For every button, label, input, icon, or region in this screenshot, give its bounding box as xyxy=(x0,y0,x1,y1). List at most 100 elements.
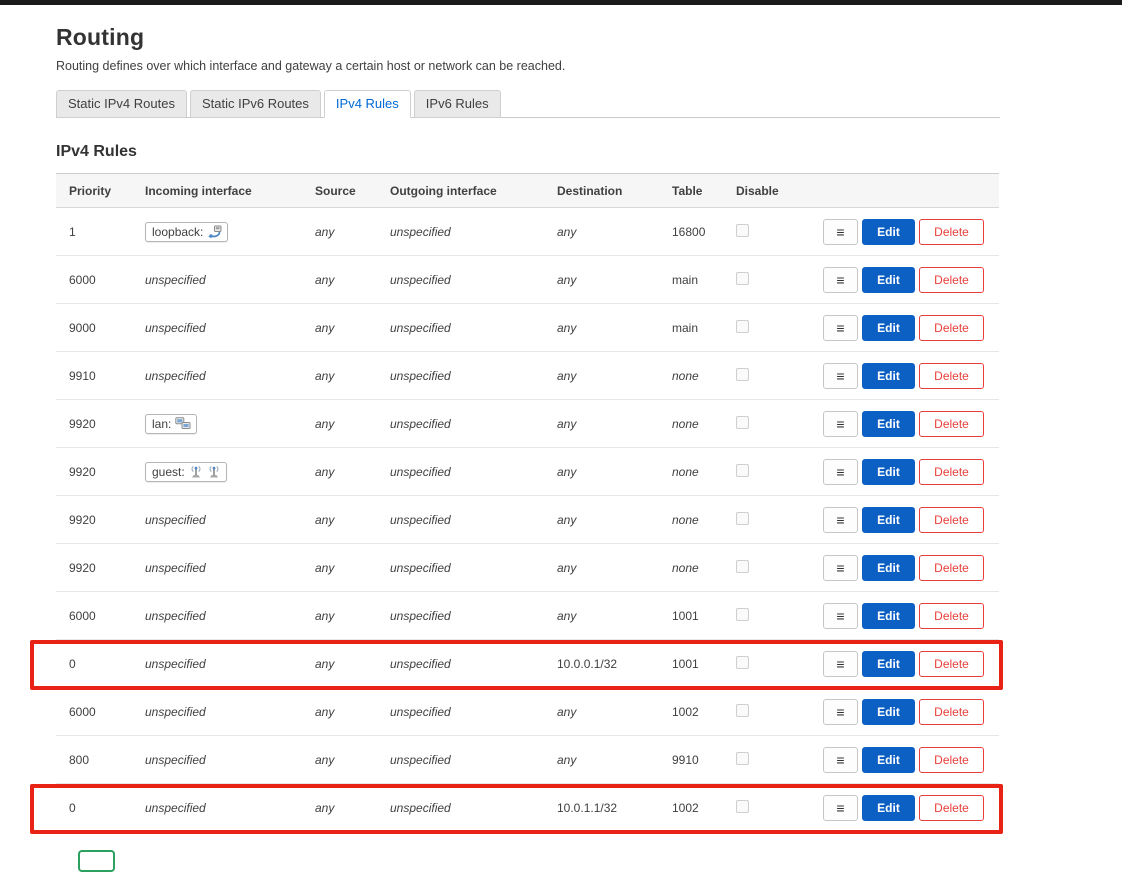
table-cell: 1002 xyxy=(672,704,699,719)
source-cell: any xyxy=(315,368,335,383)
delete-button[interactable]: Delete xyxy=(919,266,984,293)
disable-checkbox[interactable] xyxy=(736,511,749,525)
edit-button[interactable]: Edit xyxy=(862,314,915,341)
delete-button[interactable]: Delete xyxy=(919,746,984,773)
source-cell: any xyxy=(315,704,335,719)
disable-cell xyxy=(723,271,800,288)
delete-button[interactable]: Delete xyxy=(919,554,984,581)
edit-button[interactable]: Edit xyxy=(862,506,915,533)
interface-badge-label: lan: xyxy=(152,416,172,431)
edit-button[interactable]: Edit xyxy=(862,602,915,629)
menu-button[interactable]: ≡ xyxy=(823,602,858,629)
disable-checkbox[interactable] xyxy=(736,703,749,717)
delete-button[interactable]: Delete xyxy=(919,794,984,821)
disable-checkbox[interactable] xyxy=(736,367,749,381)
delete-button[interactable]: Delete xyxy=(919,362,984,389)
disable-cell xyxy=(723,703,800,720)
disable-checkbox[interactable] xyxy=(736,319,749,333)
priority-cell: 800 xyxy=(69,752,90,767)
disable-checkbox[interactable] xyxy=(736,607,749,621)
disable-checkbox[interactable] xyxy=(736,463,749,477)
hamburger-menu-icon: ≡ xyxy=(836,511,845,528)
edit-button[interactable]: Edit xyxy=(862,410,915,437)
menu-button[interactable]: ≡ xyxy=(823,746,858,773)
menu-button[interactable]: ≡ xyxy=(823,554,858,581)
source-cell: any xyxy=(315,752,335,767)
table-cell: none xyxy=(672,368,699,383)
edit-button[interactable]: Edit xyxy=(862,362,915,389)
table-row: 9000 unspecified any unspecified any main ≡ Edi… xyxy=(56,304,999,352)
menu-button[interactable]: ≡ xyxy=(823,794,858,821)
delete-button[interactable]: Delete xyxy=(919,314,984,341)
source-cell: any xyxy=(315,320,335,335)
table-cell: 1001 xyxy=(672,608,699,623)
disable-cell xyxy=(723,655,800,672)
table-cell: 9910 xyxy=(672,752,699,767)
menu-button[interactable]: ≡ xyxy=(823,218,858,245)
disable-cell xyxy=(723,799,800,816)
hamburger-menu-icon: ≡ xyxy=(836,751,845,768)
disable-cell xyxy=(723,367,800,384)
source-cell: any xyxy=(315,416,335,431)
actions-cell: ≡ Edit Delete xyxy=(800,506,999,533)
incoming-interface-cell: unspecified xyxy=(145,512,206,527)
edit-button[interactable]: Edit xyxy=(862,794,915,821)
delete-button[interactable]: Delete xyxy=(919,650,984,677)
menu-button[interactable]: ≡ xyxy=(823,410,858,437)
outgoing-interface-cell: unspecified xyxy=(390,224,451,239)
priority-cell: 9920 xyxy=(69,416,96,431)
edit-button[interactable]: Edit xyxy=(862,458,915,485)
menu-button[interactable]: ≡ xyxy=(823,458,858,485)
edit-button[interactable]: Edit xyxy=(862,218,915,245)
outgoing-interface-cell: unspecified xyxy=(390,608,451,623)
destination-cell: any xyxy=(557,368,577,383)
tab-static-ipv4-routes[interactable]: Static IPv4 Routes xyxy=(56,90,187,118)
actions-cell: ≡ Edit Delete xyxy=(800,314,999,341)
edit-button[interactable]: Edit xyxy=(862,554,915,581)
tab-ipv6-rules[interactable]: IPv6 Rules xyxy=(413,90,501,118)
destination-cell: 10.0.0.1/32 xyxy=(557,656,618,671)
edit-button[interactable]: Edit xyxy=(862,698,915,725)
delete-button[interactable]: Delete xyxy=(919,410,984,437)
destination-cell: any xyxy=(557,560,577,575)
edit-button[interactable]: Edit xyxy=(862,266,915,293)
incoming-interface-cell: loopback: xyxy=(132,221,302,242)
hamburger-menu-icon: ≡ xyxy=(836,559,845,576)
outgoing-interface-cell: unspecified xyxy=(390,752,451,767)
edit-button[interactable]: Edit xyxy=(862,746,915,773)
menu-button[interactable]: ≡ xyxy=(823,266,858,293)
table-cell: main xyxy=(672,320,699,335)
tab-ipv4-rules[interactable]: IPv4 Rules xyxy=(323,90,411,118)
destination-cell: 10.0.1.1/32 xyxy=(557,800,618,815)
menu-button[interactable]: ≡ xyxy=(823,506,858,533)
disable-checkbox[interactable] xyxy=(736,799,749,813)
outgoing-interface-cell: unspecified xyxy=(390,464,451,479)
hamburger-menu-icon: ≡ xyxy=(836,799,845,816)
table-cell: none xyxy=(672,464,699,479)
table-cell: none xyxy=(672,560,699,575)
delete-button[interactable]: Delete xyxy=(919,602,984,629)
menu-button[interactable]: ≡ xyxy=(823,650,858,677)
edit-button[interactable]: Edit xyxy=(862,650,915,677)
disable-cell xyxy=(723,415,800,432)
disable-checkbox[interactable] xyxy=(736,223,749,237)
disable-checkbox[interactable] xyxy=(736,271,749,285)
tab-static-ipv6-routes[interactable]: Static IPv6 Routes xyxy=(189,90,321,118)
priority-cell: 0 xyxy=(69,656,76,671)
disable-checkbox[interactable] xyxy=(736,655,749,669)
disable-checkbox[interactable] xyxy=(736,559,749,573)
disable-cell xyxy=(723,751,800,768)
delete-button[interactable]: Delete xyxy=(919,218,984,245)
table-row: 800 unspecified any unspecified any 9910 ≡ Edit… xyxy=(56,736,999,784)
disable-checkbox[interactable] xyxy=(736,415,749,429)
menu-button[interactable]: ≡ xyxy=(823,362,858,389)
disable-checkbox[interactable] xyxy=(736,751,749,765)
delete-button[interactable]: Delete xyxy=(919,698,984,725)
page-title: Routing xyxy=(56,24,145,50)
interface-badge: guest: xyxy=(145,461,227,482)
menu-button[interactable]: ≡ xyxy=(823,698,858,725)
menu-button[interactable]: ≡ xyxy=(823,314,858,341)
add-button[interactable] xyxy=(78,850,115,872)
delete-button[interactable]: Delete xyxy=(919,458,984,485)
delete-button[interactable]: Delete xyxy=(919,506,984,533)
